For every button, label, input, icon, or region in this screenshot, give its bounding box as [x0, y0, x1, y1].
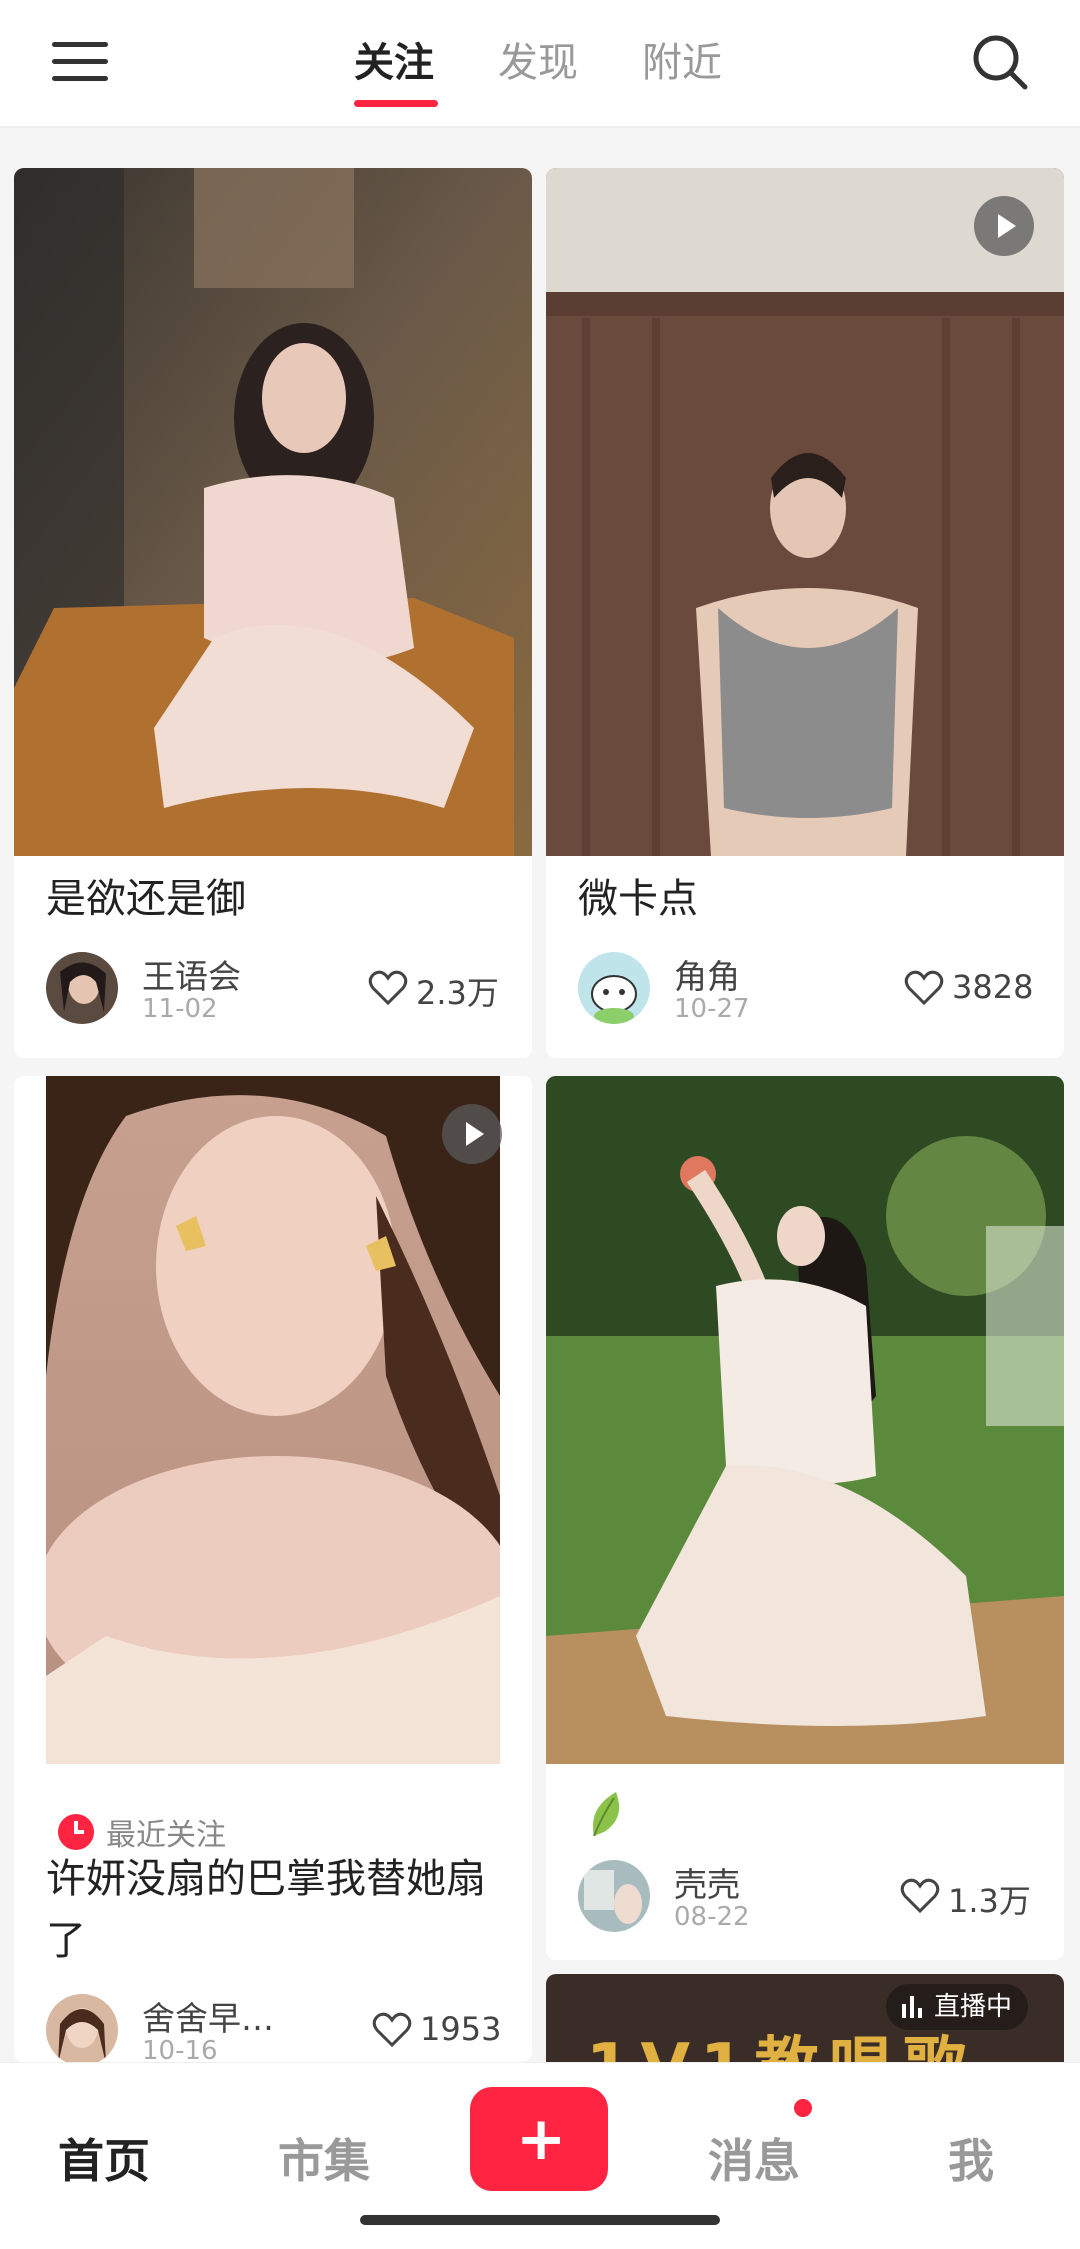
- live-stream-card[interactable]: 1V1教唱歌 直播中: [546, 1974, 1064, 2062]
- play-icon: [974, 196, 1034, 256]
- post-photo: [14, 168, 532, 856]
- author-avatar[interactable]: [46, 1994, 118, 2062]
- like-count: 3828: [952, 968, 1034, 1006]
- post-date: 08-22: [674, 1902, 750, 1932]
- nav-home[interactable]: 首页: [58, 2125, 150, 2191]
- heart-icon[interactable]: [368, 970, 408, 1006]
- author-avatar[interactable]: [578, 952, 650, 1024]
- post-title[interactable]: 许妍没扇的巴掌我替她扇了: [46, 1848, 516, 1972]
- home-indicator: [360, 2215, 720, 2225]
- like-count: 1953: [420, 2010, 502, 2048]
- like-count: 1.3万: [948, 1882, 1031, 1920]
- author-name[interactable]: 角角: [674, 950, 740, 998]
- post-date: 10-16: [142, 2036, 218, 2062]
- post-title[interactable]: 微卡点: [578, 868, 698, 930]
- tab-following[interactable]: 关注: [354, 30, 434, 88]
- notification-dot: [792, 2097, 814, 2119]
- feed-card[interactable]: 是欲还是御 王语会 11-02 2.3万: [14, 168, 532, 1058]
- feed-card[interactable]: 微卡点 角角 10-27 3828: [546, 168, 1064, 1058]
- author-avatar[interactable]: [46, 952, 118, 1024]
- post-title[interactable]: 是欲还是御: [46, 868, 246, 930]
- publish-button[interactable]: +: [470, 2087, 608, 2191]
- live-badge-label: 直播中: [934, 1992, 1013, 2022]
- active-tab-indicator: [354, 100, 438, 107]
- tab-nearby[interactable]: 附近: [642, 30, 722, 88]
- post-date: 10-27: [674, 994, 750, 1024]
- heart-icon[interactable]: [372, 2012, 412, 2048]
- plus-icon: +: [516, 2104, 567, 2174]
- author-name[interactable]: 舍舍早…: [142, 1992, 274, 2040]
- leaf-icon: [592, 1792, 620, 1837]
- like-count: 2.3万: [416, 974, 499, 1012]
- post-photo: [546, 168, 1064, 856]
- play-icon: [442, 1104, 502, 1164]
- tab-discover[interactable]: 发现: [498, 30, 578, 88]
- author-name[interactable]: 壳壳: [674, 1858, 740, 1906]
- top-bar: 关注 发现 附近: [0, 0, 1080, 128]
- post-photo: [46, 1076, 500, 1764]
- clock-icon: [58, 1814, 94, 1850]
- post-date: 11-02: [142, 994, 218, 1024]
- search-icon[interactable]: [970, 32, 1030, 92]
- heart-icon[interactable]: [904, 970, 944, 1006]
- nav-messages[interactable]: 消息: [708, 2125, 800, 2191]
- feed-card[interactable]: 壳壳 08-22 1.3万: [546, 1076, 1064, 1960]
- feed-tabs: 关注 发现 附近: [0, 0, 1080, 128]
- live-badge: 直播中: [886, 1984, 1029, 2030]
- author-name[interactable]: 王语会: [142, 950, 241, 998]
- post-photo: [546, 1076, 1064, 1764]
- nav-market[interactable]: 市集: [278, 2125, 370, 2191]
- heart-icon[interactable]: [900, 1878, 940, 1914]
- nav-me[interactable]: 我: [948, 2125, 994, 2191]
- author-avatar[interactable]: [578, 1860, 650, 1932]
- feed-card[interactable]: 最近关注 许妍没扇的巴掌我替她扇了 舍舍早… 10-16 1953: [14, 1076, 532, 2062]
